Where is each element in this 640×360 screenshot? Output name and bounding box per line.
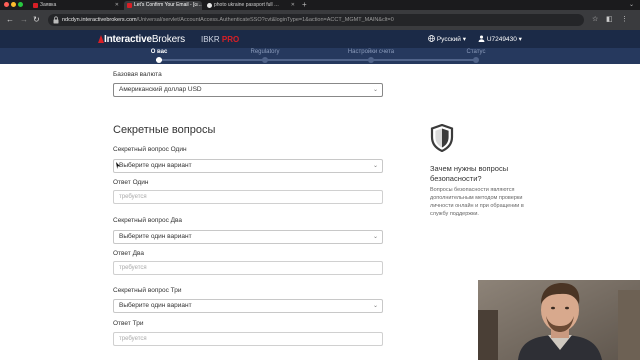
maximize-window-button[interactable] bbox=[18, 2, 23, 7]
pro-badge: PRO bbox=[221, 35, 240, 44]
back-arrow-icon[interactable]: ← bbox=[6, 14, 14, 26]
url-path: /Universal/servlet/AccountAccess.Authent… bbox=[136, 17, 394, 23]
base-currency-select[interactable]: Американский доллар USD ⌄ bbox=[113, 83, 383, 97]
screen: Заявка ✕ Let's Confirm Your Email - [c… … bbox=[0, 0, 640, 360]
step-about-label: О вас bbox=[150, 49, 168, 55]
question-3-value: Выберите один вариант bbox=[119, 302, 192, 309]
url-host: ndcdyn.interactivebrokers.com bbox=[62, 17, 137, 23]
answer-1-placeholder: требуется bbox=[119, 194, 147, 200]
close-window-button[interactable] bbox=[4, 2, 9, 7]
step-status-label: Статус bbox=[466, 49, 486, 55]
logo-bold-text: Interactive bbox=[104, 34, 152, 45]
chevron-down-icon: ⌄ bbox=[372, 234, 378, 240]
webcam-presenter-image bbox=[478, 280, 640, 360]
new-tab-icon[interactable]: + bbox=[302, 0, 307, 10]
webcam-overlay bbox=[478, 280, 640, 360]
answer-2-label: Ответ Два bbox=[113, 250, 144, 257]
site-header: InteractiveBrokers IBKR PRO Русский ▾ U7… bbox=[0, 30, 640, 48]
close-tab-icon[interactable]: ✕ bbox=[291, 1, 295, 10]
product-name: IBKR PRO bbox=[201, 35, 239, 44]
step-dot-regulatory bbox=[262, 57, 268, 63]
question-3-label: Секретный вопрос Три bbox=[113, 287, 182, 294]
progress-steps: О вас Regulatory Настройки счета Статус bbox=[0, 48, 640, 64]
ib-logo[interactable]: InteractiveBrokers bbox=[104, 34, 185, 45]
browser-tab-title: photo ukraine passport full … bbox=[214, 2, 280, 8]
favicon-icon bbox=[33, 3, 38, 8]
chevron-down-icon: ▾ bbox=[518, 36, 522, 43]
question-2-select[interactable]: Выберите один вариант ⌄ bbox=[113, 230, 383, 244]
answer-3-label: Ответ Три bbox=[113, 320, 144, 327]
section-title: Секретные вопросы bbox=[113, 124, 216, 136]
step-regulatory-label: Regulatory bbox=[250, 49, 280, 55]
chevron-down-icon: ▾ bbox=[462, 36, 467, 43]
answer-2-placeholder: требуется bbox=[119, 265, 147, 271]
question-2-label: Секретный вопрос Два bbox=[113, 217, 183, 224]
browser-tab[interactable]: Заявка ✕ bbox=[30, 1, 122, 10]
chevron-down-icon: ⌄ bbox=[372, 163, 378, 169]
extensions-icon[interactable]: ◧ bbox=[606, 15, 613, 25]
close-tab-icon[interactable]: ✕ bbox=[195, 1, 199, 10]
globe-icon bbox=[428, 35, 435, 42]
step-dot-about bbox=[156, 57, 162, 63]
menu-icon[interactable]: ⋮ bbox=[621, 15, 628, 25]
chevron-down-icon: ⌄ bbox=[372, 303, 378, 309]
lock-icon bbox=[53, 16, 59, 24]
favicon-icon bbox=[207, 3, 212, 8]
browser-toolbar: ← → ↻ ndcdyn.interactivebrokers.com/Univ… bbox=[0, 10, 640, 30]
language-selector[interactable]: Русский ▾ bbox=[428, 35, 466, 43]
base-currency-label: Базовая валюта bbox=[113, 71, 162, 78]
question-1-label: Секретный вопрос Один bbox=[113, 146, 187, 153]
forward-arrow-icon[interactable]: → bbox=[20, 14, 28, 26]
browser-tab-active[interactable]: Let's Confirm Your Email - [c… ✕ bbox=[124, 1, 202, 10]
username-label: U7249430 bbox=[486, 36, 517, 43]
tab-search-chevron-icon[interactable]: ⌄ bbox=[629, 0, 634, 10]
user-icon bbox=[478, 35, 485, 42]
answer-1-input[interactable]: требуется bbox=[113, 190, 383, 204]
step-dot-settings bbox=[368, 57, 374, 63]
star-icon[interactable]: ☆ bbox=[592, 15, 598, 25]
browser-tab-title: Заявка bbox=[40, 2, 57, 8]
answer-3-placeholder: требуется bbox=[119, 336, 147, 342]
security-info-title: Зачем нужны вопросы безопасности? bbox=[430, 164, 509, 183]
favicon-icon bbox=[127, 3, 132, 8]
user-menu[interactable]: U7249430 ▾ bbox=[478, 35, 522, 43]
progress-track bbox=[156, 59, 478, 61]
address-bar[interactable]: ndcdyn.interactivebrokers.com/Universal/… bbox=[48, 14, 584, 26]
answer-3-input[interactable]: требуется bbox=[113, 332, 383, 346]
base-currency-value: Американский доллар USD bbox=[119, 86, 202, 93]
question-3-select[interactable]: Выберите один вариант ⌄ bbox=[113, 299, 383, 313]
question-2-value: Выберите один вариант bbox=[119, 233, 192, 240]
minimize-window-button[interactable] bbox=[11, 2, 16, 7]
product-text: IBKR bbox=[201, 35, 220, 44]
browser-tabstrip: Заявка ✕ Let's Confirm Your Email - [c… … bbox=[0, 0, 640, 10]
answer-1-label: Ответ Один bbox=[113, 179, 149, 186]
shield-icon bbox=[430, 124, 454, 152]
url-text: ndcdyn.interactivebrokers.com/Universal/… bbox=[62, 14, 394, 26]
reload-icon[interactable]: ↻ bbox=[33, 14, 40, 26]
chevron-down-icon: ⌄ bbox=[372, 87, 378, 93]
question-1-select[interactable]: Выберите один вариант ⌄ bbox=[113, 159, 383, 173]
logo-light-text: Brokers bbox=[151, 34, 185, 45]
browser-tab[interactable]: photo ukraine passport full … ✕ bbox=[204, 1, 298, 10]
language-label: Русский bbox=[436, 36, 461, 43]
security-info-body: Вопросы безопасности являются дополнител… bbox=[430, 187, 524, 217]
step-settings-label: Настройки счета bbox=[347, 49, 395, 55]
close-tab-icon[interactable]: ✕ bbox=[115, 1, 119, 10]
answer-2-input[interactable]: требуется bbox=[113, 261, 383, 275]
question-1-value: Выберите один вариант bbox=[119, 162, 192, 169]
step-dot-status bbox=[473, 57, 479, 63]
browser-tab-title: Let's Confirm Your Email - [c… bbox=[134, 2, 202, 8]
